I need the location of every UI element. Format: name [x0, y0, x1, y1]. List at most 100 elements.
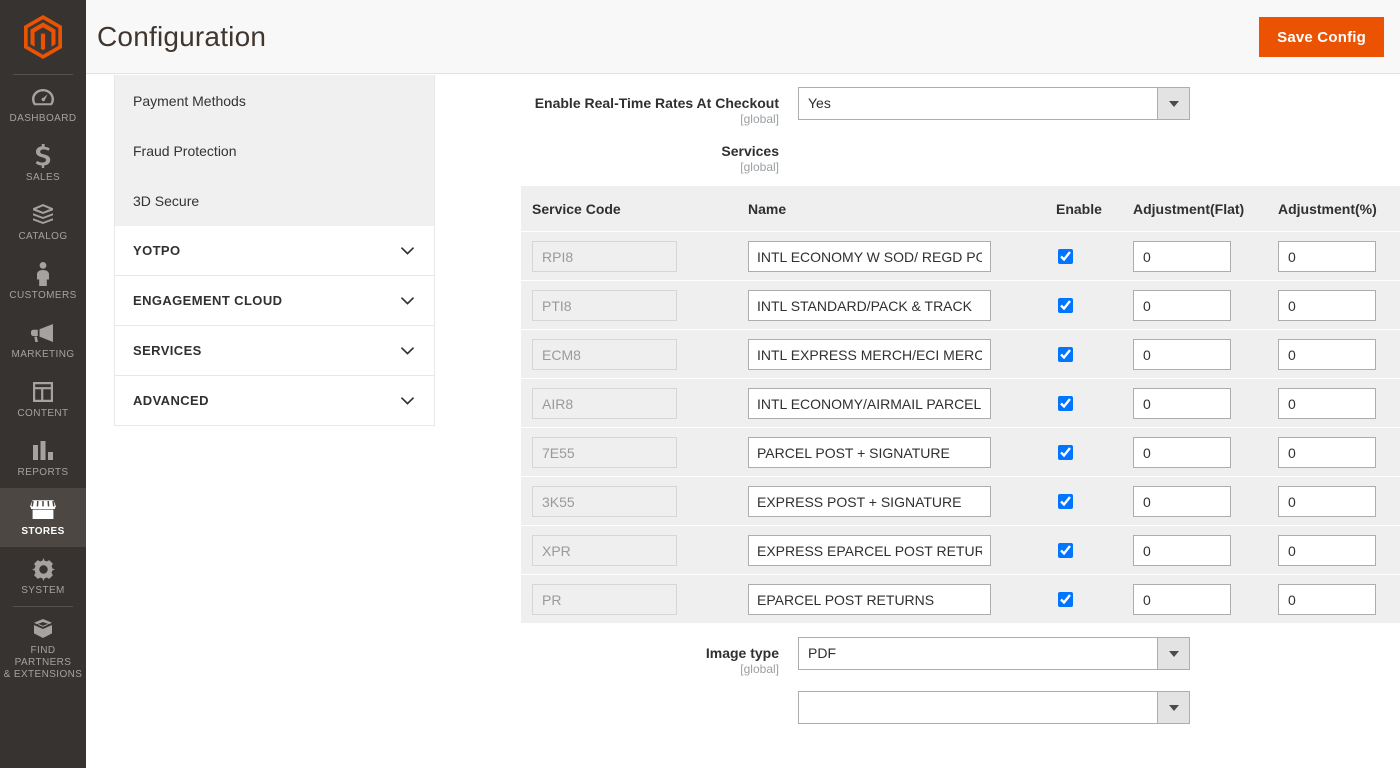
config-nav-item-fraud-protection[interactable]: Fraud Protection: [115, 126, 434, 176]
sidebar-item-label: STORES: [21, 526, 65, 537]
cell-adjustment-percent: [1278, 525, 1400, 575]
sidebar-item-reports[interactable]: REPORTS: [0, 429, 86, 488]
next-field-select[interactable]: [798, 691, 1190, 724]
service-code-input[interactable]: [532, 290, 677, 321]
config-nav-section-engagement-cloud[interactable]: ENGAGEMENT CLOUD: [114, 276, 435, 326]
enable-checkbox[interactable]: [1058, 493, 1073, 509]
field-label: Services [global]: [435, 143, 798, 175]
enable-checkbox[interactable]: [1058, 297, 1073, 313]
service-code-input[interactable]: [532, 241, 677, 272]
cell-enable: [1056, 525, 1133, 575]
sidebar-item-content[interactable]: CONTENT: [0, 370, 86, 429]
adjustment-flat-input[interactable]: [1133, 486, 1231, 517]
config-nav-section-yotpo[interactable]: YOTPO: [114, 226, 435, 276]
sidebar-item-stores[interactable]: STORES: [0, 488, 86, 547]
sidebar-item-marketing[interactable]: MARKETING: [0, 311, 86, 370]
cell-adjustment-percent: [1278, 231, 1400, 281]
enable-checkbox[interactable]: [1058, 346, 1073, 362]
config-nav-item-payment-methods[interactable]: Payment Methods: [115, 76, 434, 126]
sidebar-item-label: CONTENT: [17, 408, 69, 419]
table-row: [521, 280, 1400, 330]
chevron-down-icon[interactable]: [1157, 692, 1189, 723]
cell-name: [736, 280, 1056, 330]
sidebar-item-catalog[interactable]: CATALOG: [0, 193, 86, 252]
enable-checkbox[interactable]: [1058, 591, 1073, 607]
field-label: Image type [global]: [435, 637, 798, 677]
chevron-down-icon[interactable]: [1157, 88, 1189, 119]
adjustment-flat-input[interactable]: [1133, 584, 1231, 615]
cell-enable: [1056, 476, 1133, 526]
config-nav-section-label: ENGAGEMENT CLOUD: [133, 293, 283, 308]
sidebar-item-label: FIND PARTNERS & EXTENSIONS: [2, 645, 84, 681]
adjustment-flat-input[interactable]: [1133, 290, 1231, 321]
enable-checkbox[interactable]: [1058, 395, 1073, 411]
adjustment-percent-input[interactable]: [1278, 486, 1376, 517]
service-name-input[interactable]: [748, 584, 991, 615]
chevron-down-icon[interactable]: [1157, 638, 1189, 669]
enable-checkbox[interactable]: [1058, 444, 1073, 460]
sidebar-item-label: REPORTS: [17, 467, 69, 478]
realtime-rates-select[interactable]: Yes: [798, 87, 1190, 120]
service-name-input[interactable]: [748, 486, 991, 517]
chevron-down-icon: [401, 296, 414, 305]
layout-panels-icon: [2, 379, 84, 405]
adjustment-percent-input[interactable]: [1278, 241, 1376, 272]
sidebar-item-find-partners-extensions[interactable]: FIND PARTNERS & EXTENSIONS: [0, 607, 86, 690]
service-code-input[interactable]: [532, 584, 677, 615]
adjustment-percent-input[interactable]: [1278, 388, 1376, 419]
service-code-input[interactable]: [532, 388, 677, 419]
service-name-input[interactable]: [748, 388, 991, 419]
cell-enable: [1056, 329, 1133, 379]
adjustment-percent-input[interactable]: [1278, 437, 1376, 468]
service-code-input[interactable]: [532, 437, 677, 468]
adjustment-flat-input[interactable]: [1133, 241, 1231, 272]
cell-adjustment-flat: [1133, 280, 1278, 330]
table-row: [521, 476, 1400, 526]
config-form: Enable Real-Time Rates At Checkout [glob…: [435, 75, 1400, 768]
cell-adjustment-flat: [1133, 329, 1278, 379]
column-header-adjustment-percent: Adjustment(%): [1278, 186, 1400, 232]
config-nav-section-label: YOTPO: [133, 243, 181, 258]
adjustment-flat-input[interactable]: [1133, 388, 1231, 419]
magento-logo-icon[interactable]: [0, 0, 86, 74]
service-name-input[interactable]: [748, 241, 991, 272]
service-name-input[interactable]: [748, 437, 991, 468]
field-label-text: Services: [721, 143, 779, 159]
enable-checkbox[interactable]: [1058, 248, 1073, 264]
service-code-input[interactable]: [532, 535, 677, 566]
column-header-enable: Enable: [1056, 186, 1133, 232]
save-config-button[interactable]: Save Config: [1259, 17, 1384, 57]
adjustment-flat-input[interactable]: [1133, 535, 1231, 566]
table-row: [521, 231, 1400, 281]
cell-name: [736, 574, 1056, 623]
adjustment-flat-input[interactable]: [1133, 437, 1231, 468]
cell-name: [736, 427, 1056, 477]
service-name-input[interactable]: [748, 339, 991, 370]
page-title: Configuration: [97, 21, 267, 52]
config-nav-section-services[interactable]: SERVICES: [114, 326, 435, 376]
service-code-input[interactable]: [532, 486, 677, 517]
adjustment-flat-input[interactable]: [1133, 339, 1231, 370]
adjustment-percent-input[interactable]: [1278, 290, 1376, 321]
service-name-input[interactable]: [748, 535, 991, 566]
field-scope-text: [global]: [740, 112, 779, 126]
cell-name: [736, 231, 1056, 281]
enable-checkbox[interactable]: [1058, 542, 1073, 558]
person-icon: [2, 261, 84, 287]
adjustment-percent-input[interactable]: [1278, 584, 1376, 615]
service-code-input[interactable]: [532, 339, 677, 370]
adjustment-percent-input[interactable]: [1278, 339, 1376, 370]
adjustment-percent-input[interactable]: [1278, 535, 1376, 566]
sidebar-item-sales[interactable]: SALES: [0, 134, 86, 193]
dollar-sign-icon: [2, 143, 84, 169]
image-type-select[interactable]: PDF: [798, 637, 1190, 670]
sidebar-item-dashboard[interactable]: DASHBOARD: [0, 75, 86, 134]
table-row: [521, 378, 1400, 428]
config-nav-item-3d-secure[interactable]: 3D Secure: [115, 176, 434, 226]
sidebar-item-label: DASHBOARD: [9, 113, 77, 124]
service-name-input[interactable]: [748, 290, 991, 321]
sidebar-item-customers[interactable]: CUSTOMERS: [0, 252, 86, 311]
sidebar-item-system[interactable]: SYSTEM: [0, 547, 86, 606]
cell-adjustment-flat: [1133, 427, 1278, 477]
config-nav-section-advanced[interactable]: ADVANCED: [114, 376, 435, 426]
